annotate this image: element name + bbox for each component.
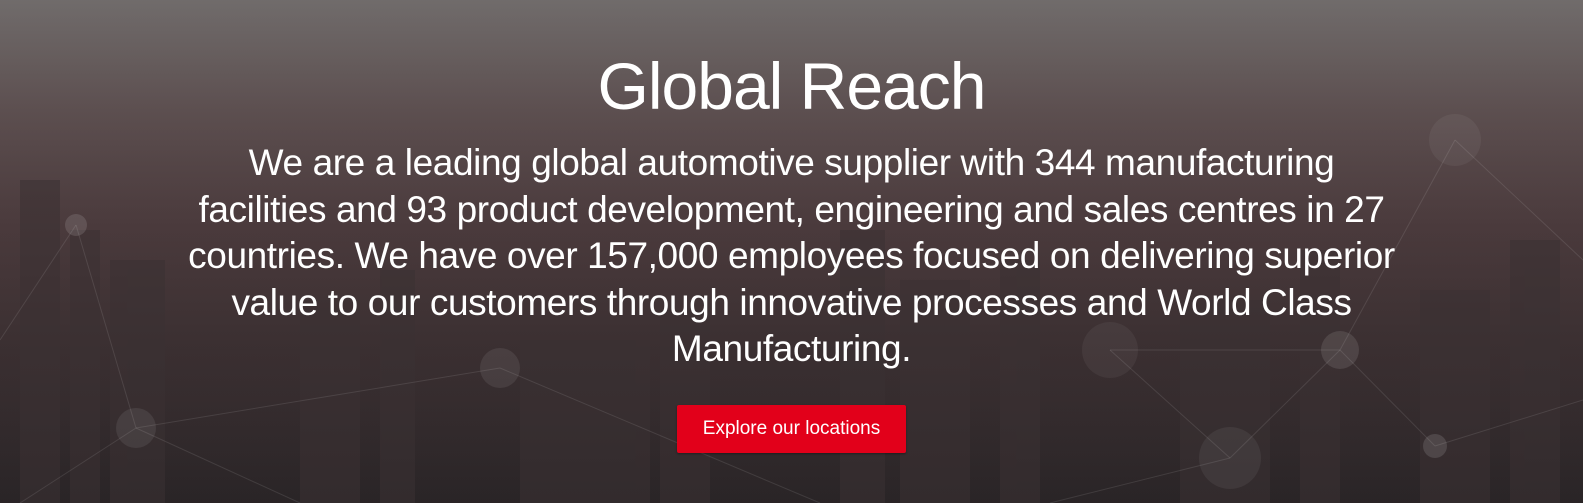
hero-content: Global Reach We are a leading global aut… [0, 0, 1583, 503]
explore-locations-button[interactable]: Explore our locations [677, 405, 906, 453]
page-title: Global Reach [597, 49, 987, 123]
global-reach-hero: Global Reach We are a leading global aut… [0, 0, 1583, 503]
hero-description: We are a leading global automotive suppl… [188, 142, 1395, 369]
